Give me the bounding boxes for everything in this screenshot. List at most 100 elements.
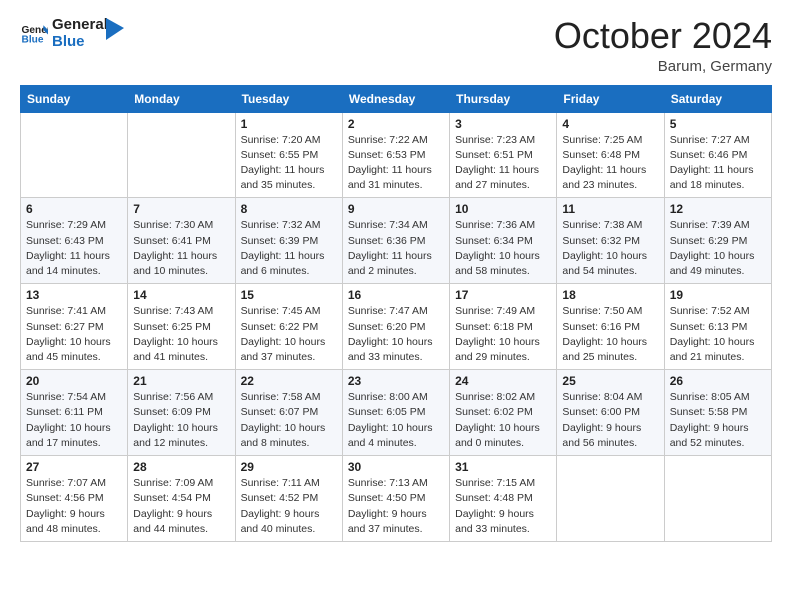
day-number: 15: [241, 288, 337, 302]
svg-text:Blue: Blue: [22, 35, 44, 46]
day-info: Sunrise: 7:54 AMSunset: 6:11 PMDaylight:…: [26, 390, 122, 451]
day-number: 28: [133, 460, 229, 474]
day-number: 21: [133, 374, 229, 388]
day-number: 22: [241, 374, 337, 388]
day-info: Sunrise: 7:23 AMSunset: 6:51 PMDaylight:…: [455, 133, 551, 194]
table-row: 20 Sunrise: 7:54 AMSunset: 6:11 PMDayligh…: [21, 370, 128, 456]
calendar-week-row: 27Sunrise: 7:07 AMSunset: 4:56 PMDayligh…: [21, 456, 772, 542]
calendar-week-row: 13 Sunrise: 7:41 AMSunset: 6:27 PMDayligh…: [21, 284, 772, 370]
table-row: 2 Sunrise: 7:22 AMSunset: 6:53 PMDaylight…: [342, 112, 449, 198]
table-row: 19 Sunrise: 7:52 AMSunset: 6:13 PMDayligh…: [664, 284, 771, 370]
day-number: 18: [562, 288, 658, 302]
day-info: Sunrise: 7:29 AMSunset: 6:43 PMDaylight:…: [26, 218, 122, 279]
day-info: Sunrise: 7:07 AMSunset: 4:56 PMDaylight:…: [26, 476, 122, 537]
table-row: 30Sunrise: 7:13 AMSunset: 4:50 PMDayligh…: [342, 456, 449, 542]
table-row: 18 Sunrise: 7:50 AMSunset: 6:16 PMDayligh…: [557, 284, 664, 370]
table-row: 10 Sunrise: 7:36 AMSunset: 6:34 PMDayligh…: [450, 198, 557, 284]
day-number: 7: [133, 202, 229, 216]
col-friday: Friday: [557, 85, 664, 112]
day-number: 13: [26, 288, 122, 302]
table-row: [664, 456, 771, 542]
calendar-week-row: 20 Sunrise: 7:54 AMSunset: 6:11 PMDayligh…: [21, 370, 772, 456]
table-row: 12 Sunrise: 7:39 AMSunset: 6:29 PMDayligh…: [664, 198, 771, 284]
table-row: 11Sunrise: 7:38 AMSunset: 6:32 PMDayligh…: [557, 198, 664, 284]
header: General Blue General Blue October 2024 B…: [20, 16, 772, 75]
table-row: 7 Sunrise: 7:30 AMSunset: 6:41 PMDaylight…: [128, 198, 235, 284]
page: General Blue General Blue October 2024 B…: [0, 0, 792, 612]
logo: General Blue General Blue: [20, 16, 124, 51]
table-row: 13 Sunrise: 7:41 AMSunset: 6:27 PMDayligh…: [21, 284, 128, 370]
day-info: Sunrise: 7:58 AMSunset: 6:07 PMDaylight:…: [241, 390, 337, 451]
day-info: Sunrise: 7:39 AMSunset: 6:29 PMDaylight:…: [670, 218, 766, 279]
day-number: 20: [26, 374, 122, 388]
day-number: 10: [455, 202, 551, 216]
day-number: 16: [348, 288, 444, 302]
day-info: Sunrise: 7:50 AMSunset: 6:16 PMDaylight:…: [562, 304, 658, 365]
day-info: Sunrise: 7:36 AMSunset: 6:34 PMDaylight:…: [455, 218, 551, 279]
day-info: Sunrise: 7:09 AMSunset: 4:54 PMDaylight:…: [133, 476, 229, 537]
day-number: 12: [670, 202, 766, 216]
table-row: 27Sunrise: 7:07 AMSunset: 4:56 PMDayligh…: [21, 456, 128, 542]
col-tuesday: Tuesday: [235, 85, 342, 112]
col-sunday: Sunday: [21, 85, 128, 112]
day-info: Sunrise: 7:15 AMSunset: 4:48 PMDaylight:…: [455, 476, 551, 537]
table-row: [21, 112, 128, 198]
table-row: 6 Sunrise: 7:29 AMSunset: 6:43 PMDaylight…: [21, 198, 128, 284]
col-thursday: Thursday: [450, 85, 557, 112]
table-row: 28 Sunrise: 7:09 AMSunset: 4:54 PMDayligh…: [128, 456, 235, 542]
day-info: Sunrise: 7:22 AMSunset: 6:53 PMDaylight:…: [348, 133, 444, 194]
day-number: 2: [348, 117, 444, 131]
day-info: Sunrise: 7:38 AMSunset: 6:32 PMDaylight:…: [562, 218, 658, 279]
day-number: 23: [348, 374, 444, 388]
day-number: 19: [670, 288, 766, 302]
table-row: 17Sunrise: 7:49 AMSunset: 6:18 PMDayligh…: [450, 284, 557, 370]
table-row: 15 Sunrise: 7:45 AMSunset: 6:22 PMDayligh…: [235, 284, 342, 370]
table-row: 29Sunrise: 7:11 AMSunset: 4:52 PMDayligh…: [235, 456, 342, 542]
day-info: Sunrise: 7:52 AMSunset: 6:13 PMDaylight:…: [670, 304, 766, 365]
table-row: 1Sunrise: 7:20 AMSunset: 6:55 PMDaylight…: [235, 112, 342, 198]
month-title: October 2024: [554, 16, 772, 56]
calendar-week-row: 1Sunrise: 7:20 AMSunset: 6:55 PMDaylight…: [21, 112, 772, 198]
day-number: 31: [455, 460, 551, 474]
day-number: 14: [133, 288, 229, 302]
day-number: 25: [562, 374, 658, 388]
calendar-week-row: 6 Sunrise: 7:29 AMSunset: 6:43 PMDaylight…: [21, 198, 772, 284]
day-info: Sunrise: 7:34 AMSunset: 6:36 PMDaylight:…: [348, 218, 444, 279]
logo-icon: General Blue: [20, 19, 48, 47]
table-row: 25 Sunrise: 8:04 AMSunset: 6:00 PMDayligh…: [557, 370, 664, 456]
table-row: [128, 112, 235, 198]
title-block: October 2024 Barum, Germany: [554, 16, 772, 75]
day-info: Sunrise: 7:30 AMSunset: 6:41 PMDaylight:…: [133, 218, 229, 279]
table-row: [557, 456, 664, 542]
day-info: Sunrise: 7:13 AMSunset: 4:50 PMDaylight:…: [348, 476, 444, 537]
day-info: Sunrise: 7:27 AMSunset: 6:46 PMDaylight:…: [670, 133, 766, 194]
table-row: 5Sunrise: 7:27 AMSunset: 6:46 PMDaylight…: [664, 112, 771, 198]
table-row: 4 Sunrise: 7:25 AMSunset: 6:48 PMDaylight…: [557, 112, 664, 198]
table-row: 9Sunrise: 7:34 AMSunset: 6:36 PMDaylight…: [342, 198, 449, 284]
logo-blue: Blue: [52, 33, 108, 50]
col-wednesday: Wednesday: [342, 85, 449, 112]
table-row: 8Sunrise: 7:32 AMSunset: 6:39 PMDaylight…: [235, 198, 342, 284]
day-info: Sunrise: 7:20 AMSunset: 6:55 PMDaylight:…: [241, 133, 337, 194]
calendar-table: Sunday Monday Tuesday Wednesday Thursday…: [20, 85, 772, 542]
day-info: Sunrise: 8:02 AMSunset: 6:02 PMDaylight:…: [455, 390, 551, 451]
table-row: 24Sunrise: 8:02 AMSunset: 6:02 PMDayligh…: [450, 370, 557, 456]
day-info: Sunrise: 7:25 AMSunset: 6:48 PMDaylight:…: [562, 133, 658, 194]
day-info: Sunrise: 7:41 AMSunset: 6:27 PMDaylight:…: [26, 304, 122, 365]
day-number: 3: [455, 117, 551, 131]
day-number: 26: [670, 374, 766, 388]
logo-triangle-icon: [106, 18, 124, 40]
day-number: 8: [241, 202, 337, 216]
table-row: 21Sunrise: 7:56 AMSunset: 6:09 PMDayligh…: [128, 370, 235, 456]
day-info: Sunrise: 7:11 AMSunset: 4:52 PMDaylight:…: [241, 476, 337, 537]
day-info: Sunrise: 7:45 AMSunset: 6:22 PMDaylight:…: [241, 304, 337, 365]
day-info: Sunrise: 7:49 AMSunset: 6:18 PMDaylight:…: [455, 304, 551, 365]
table-row: 26Sunrise: 8:05 AMSunset: 5:58 PMDayligh…: [664, 370, 771, 456]
day-number: 4: [562, 117, 658, 131]
day-info: Sunrise: 8:00 AMSunset: 6:05 PMDaylight:…: [348, 390, 444, 451]
day-info: Sunrise: 8:04 AMSunset: 6:00 PMDaylight:…: [562, 390, 658, 451]
location: Barum, Germany: [554, 58, 772, 75]
table-row: 22 Sunrise: 7:58 AMSunset: 6:07 PMDayligh…: [235, 370, 342, 456]
day-number: 6: [26, 202, 122, 216]
day-info: Sunrise: 7:47 AMSunset: 6:20 PMDaylight:…: [348, 304, 444, 365]
